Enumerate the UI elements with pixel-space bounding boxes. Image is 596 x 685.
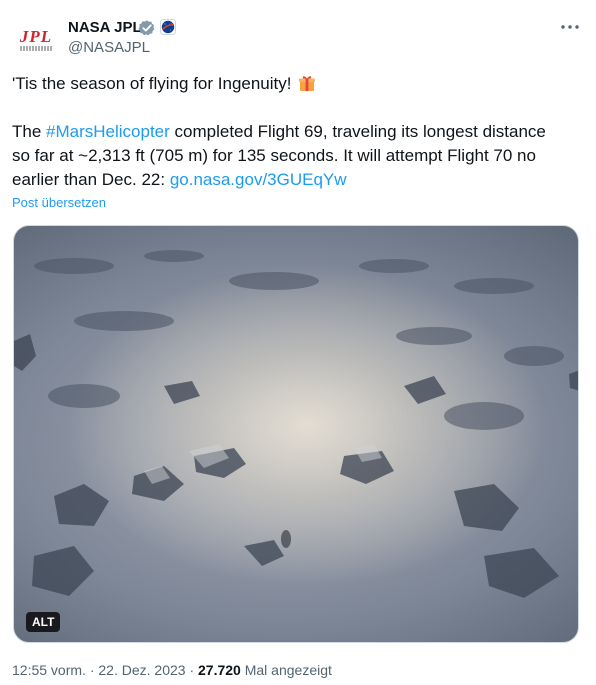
post-time[interactable]: 12:55 vorm.	[12, 662, 86, 678]
tweet-text-line-2: The #MarsHelicopter completed Flight 69,…	[12, 120, 546, 144]
avatar[interactable]: JPL	[12, 16, 60, 64]
hashtag-link[interactable]: #MarsHelicopter	[46, 122, 170, 141]
tweet-text: earlier than Dec. 22:	[12, 170, 170, 189]
more-options-icon[interactable]	[556, 14, 584, 40]
media-image[interactable]: ALT	[13, 225, 579, 643]
author-handle[interactable]: @NASAJPL	[68, 38, 150, 58]
mars-terrain-image	[14, 250, 578, 598]
post-date[interactable]: 22. Dez. 2023	[98, 662, 185, 678]
meta-separator: ·	[85, 662, 99, 678]
view-count-label: Mal angezeigt	[240, 662, 332, 678]
meta-separator: ·	[185, 662, 199, 678]
author-name[interactable]: NASA JPL	[68, 18, 142, 38]
gift-icon	[298, 74, 316, 92]
jpl-logo: JPL	[19, 27, 53, 46]
url-link[interactable]: go.nasa.gov/3GUEqYw	[170, 170, 347, 189]
tweet-card: JPL NASA JPL @NASAJPL 'Tis the season of…	[0, 0, 596, 685]
tweet-meta: 12:55 vorm. · 22. Dez. 2023 · 27.720 Mal…	[12, 660, 332, 680]
verified-check-icon[interactable]	[138, 19, 156, 37]
tweet-text: The	[12, 122, 47, 141]
view-count: 27.720	[198, 662, 241, 678]
tweet-text: completed Flight 69, traveling its longe…	[169, 122, 546, 141]
tweet-text-line-3: so far at ~2,313 ft (705 m) for 135 seco…	[12, 144, 536, 168]
alt-text-button[interactable]: ALT	[26, 612, 61, 632]
translate-post-link[interactable]: Post übersetzen	[12, 195, 106, 211]
tweet-text-line-4: earlier than Dec. 22: go.nasa.gov/3GUEqY…	[12, 168, 347, 192]
nasa-meatball-icon[interactable]	[160, 19, 176, 35]
jpl-logo-subtext	[20, 46, 52, 51]
tweet-text: 'Tis the season of flying for Ingenuity!	[12, 74, 292, 93]
tweet-text: so far at ~2,313 ft (705 m) for 135 seco…	[12, 146, 536, 165]
tweet-text-line-1: 'Tis the season of flying for Ingenuity!	[12, 72, 316, 96]
